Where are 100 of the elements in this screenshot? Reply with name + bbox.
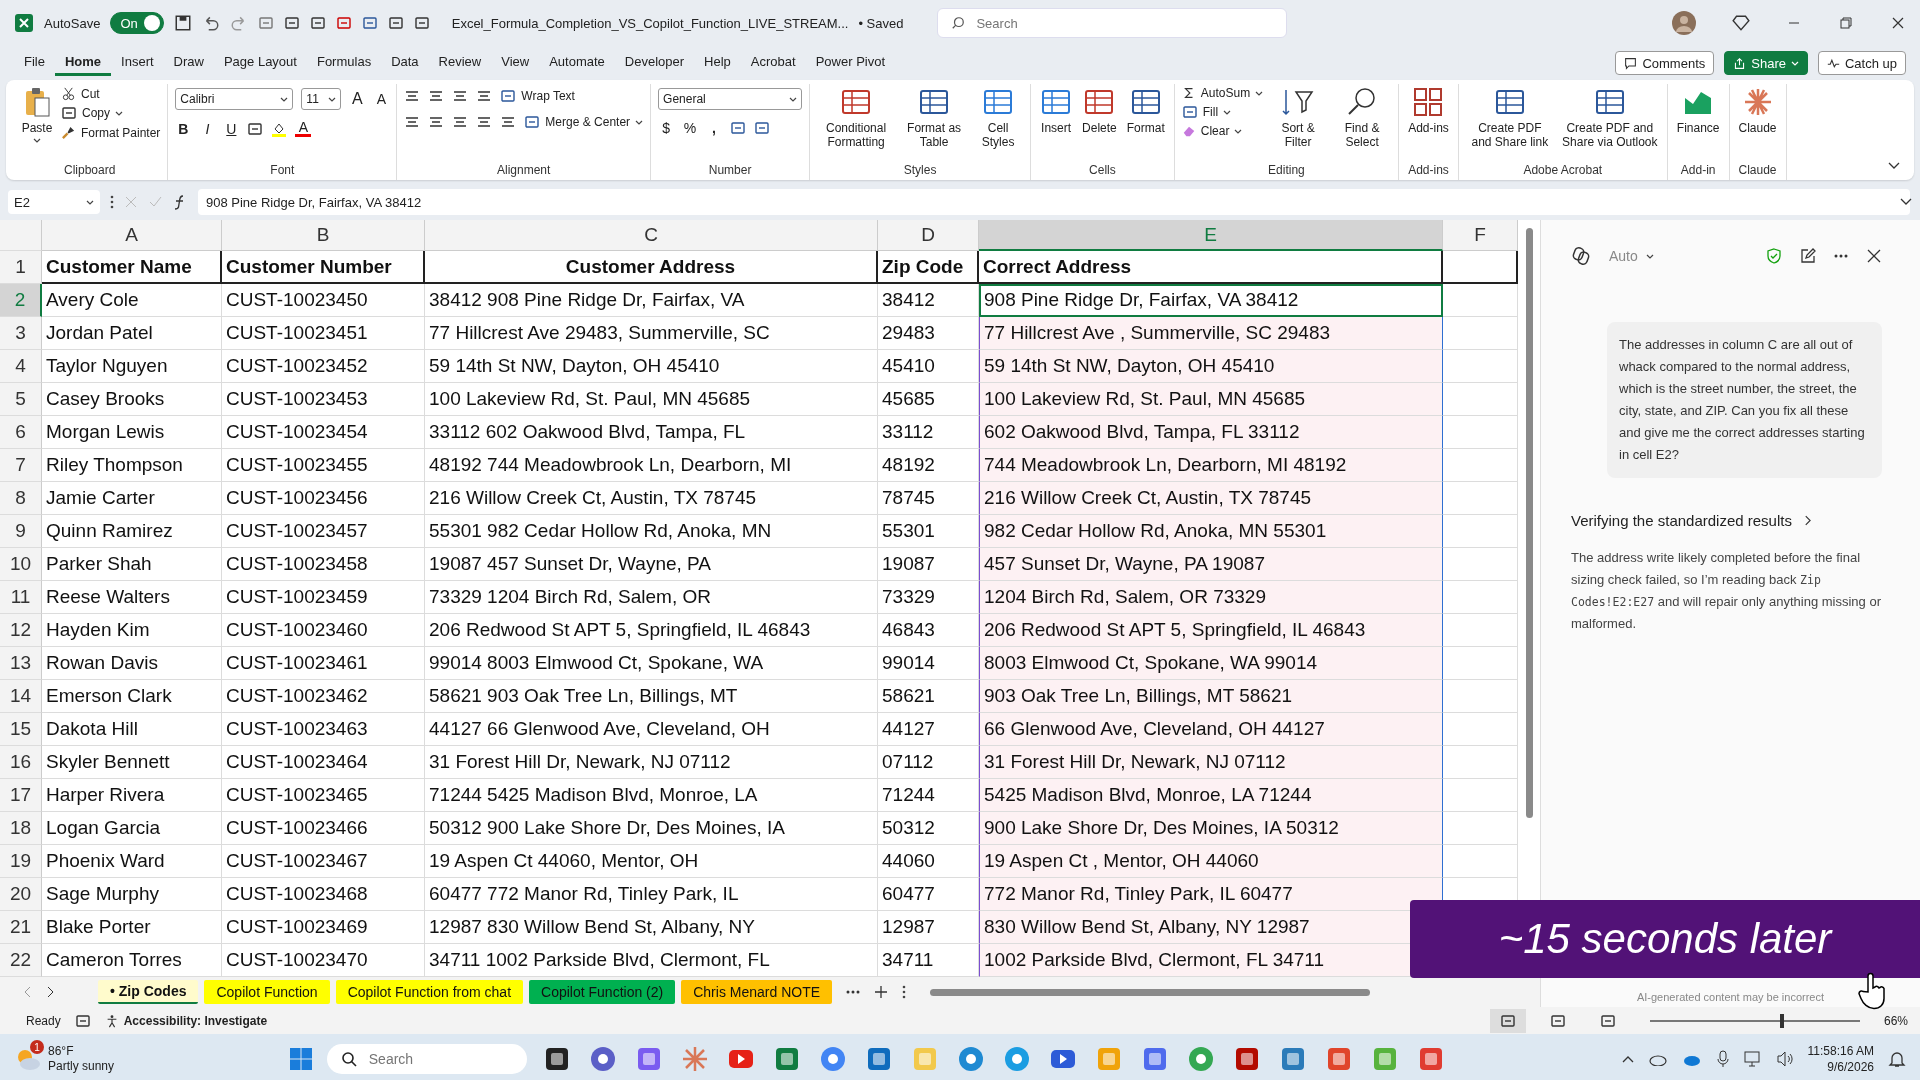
row-header[interactable]: 22 xyxy=(0,944,42,977)
zoom-slider-thumb[interactable] xyxy=(1780,1013,1785,1028)
row-header[interactable]: 19 xyxy=(0,845,42,878)
merge-center-button[interactable]: Merge & Center xyxy=(524,114,644,130)
wrap-text-button[interactable]: Wrap Text xyxy=(500,88,575,104)
clear-button[interactable]: Clear xyxy=(1181,124,1264,138)
chevron-up-icon[interactable] xyxy=(1621,1055,1634,1063)
diamond-icon[interactable] xyxy=(1732,14,1750,32)
row-header[interactable]: 6 xyxy=(0,416,42,449)
column-header[interactable]: F xyxy=(1443,220,1518,251)
row-header[interactable]: 5 xyxy=(0,383,42,416)
menu-tab[interactable]: Data xyxy=(381,50,429,76)
volume-icon[interactable] xyxy=(1775,1050,1794,1068)
row-header[interactable]: 10 xyxy=(0,548,42,581)
row-header[interactable]: 7 xyxy=(0,449,42,482)
check-icon[interactable] xyxy=(148,195,162,209)
row-header[interactable]: 2 xyxy=(0,284,42,317)
row-header[interactable]: 20 xyxy=(0,878,42,911)
sheet-tab[interactable]: Chris Menard NOTE xyxy=(681,980,833,1004)
row-header[interactable]: 16 xyxy=(0,746,42,779)
menu-tab[interactable]: View xyxy=(491,50,540,76)
column-header[interactable]: E xyxy=(979,220,1443,251)
create-pdf-share-link-button[interactable]: Create PDF and Share link xyxy=(1465,84,1554,152)
row-header[interactable]: 3 xyxy=(0,317,42,350)
number-format-dropdown[interactable]: General xyxy=(658,88,803,110)
more-icon[interactable] xyxy=(110,195,114,209)
avatar-icon[interactable] xyxy=(1672,11,1696,35)
copy-button[interactable]: Copy xyxy=(61,105,161,121)
app-icon[interactable] xyxy=(957,1046,984,1072)
app-icon[interactable] xyxy=(1325,1046,1352,1072)
menu-tab[interactable]: Power Pivot xyxy=(805,50,896,76)
mail-icon[interactable] xyxy=(865,1046,892,1072)
menu-tab[interactable]: File xyxy=(14,50,55,76)
column-header[interactable]: C xyxy=(425,220,878,251)
currency-button[interactable]: $ xyxy=(658,120,675,136)
normal-view-icon[interactable] xyxy=(1489,1008,1526,1033)
autosave-toggle[interactable]: On xyxy=(110,12,164,34)
shrink-font-button[interactable]: A xyxy=(373,91,390,107)
insert-button[interactable]: Insert xyxy=(1038,84,1075,138)
previous-sheet-icon[interactable] xyxy=(24,986,32,998)
microphone-icon[interactable] xyxy=(1715,1050,1730,1068)
comma-button[interactable]: , xyxy=(706,120,723,136)
comments-button[interactable]: Comments xyxy=(1615,51,1715,75)
font-color-button[interactable]: A xyxy=(295,120,312,137)
menu-tab[interactable]: Insert xyxy=(111,50,164,76)
menu-tab[interactable]: Draw xyxy=(163,50,214,76)
row-header[interactable]: 4 xyxy=(0,350,42,383)
save-icon[interactable] xyxy=(173,14,192,32)
format-painter-button[interactable]: Format Painter xyxy=(61,125,161,140)
bold-button[interactable]: B xyxy=(175,120,192,137)
add-sheet-icon[interactable] xyxy=(874,985,889,999)
format-button[interactable]: Format xyxy=(1124,84,1167,138)
row-header[interactable]: 12 xyxy=(0,614,42,647)
font-size-dropdown[interactable]: 11 xyxy=(301,88,342,110)
close-icon[interactable] xyxy=(1866,248,1882,264)
add-ins-button[interactable]: Add-ins xyxy=(1406,84,1451,138)
more-icon[interactable] xyxy=(846,990,861,994)
menu-tab[interactable]: Automate xyxy=(539,50,615,76)
column-header[interactable]: D xyxy=(878,220,979,251)
percent-button[interactable]: % xyxy=(682,120,699,136)
edge-icon[interactable] xyxy=(1003,1046,1030,1072)
network-icon[interactable] xyxy=(1743,1050,1762,1068)
row-header[interactable]: 1 xyxy=(0,251,42,284)
accessibility-button[interactable]: Accessibility: Investigate xyxy=(104,1013,268,1028)
share-button[interactable]: Share xyxy=(1724,51,1808,75)
row-header[interactable]: 8 xyxy=(0,482,42,515)
column-header[interactable]: B xyxy=(222,220,425,251)
app-icon[interactable] xyxy=(635,1046,662,1072)
clock-time[interactable]: 11:58:16 AM xyxy=(1807,1043,1874,1059)
menu-tab[interactable]: Developer xyxy=(614,50,695,76)
chevron-icon[interactable] xyxy=(1888,162,1900,170)
autosum-button[interactable]: AutoSum xyxy=(1181,86,1264,100)
taskbar-search-field[interactable]: Search xyxy=(326,1044,527,1074)
scrollbar-thumb[interactable] xyxy=(1525,228,1533,818)
chrome-icon[interactable] xyxy=(819,1046,846,1072)
more-icon[interactable] xyxy=(1834,254,1848,258)
row-header[interactable]: 9 xyxy=(0,515,42,548)
cloud-icon[interactable] xyxy=(1647,1052,1668,1066)
restore-icon[interactable] xyxy=(1838,15,1854,31)
menu-tab[interactable]: Page Layout xyxy=(213,50,307,76)
delete-button[interactable]: Delete xyxy=(1080,84,1119,138)
name-box[interactable]: E2 xyxy=(8,190,100,214)
sheet-tab[interactable]: • Zip Codes xyxy=(98,980,199,1004)
catch-up-button[interactable]: Catch up xyxy=(1817,51,1906,75)
cell-styles-button[interactable]: Cell Styles xyxy=(973,84,1024,152)
italic-button[interactable]: I xyxy=(199,120,216,137)
menu-tab[interactable]: Review xyxy=(428,50,492,76)
sheet-tab[interactable]: Copilot Function (2) xyxy=(529,980,676,1004)
close-icon[interactable] xyxy=(1890,15,1906,31)
chrome-icon[interactable] xyxy=(1187,1046,1214,1072)
shield-icon[interactable] xyxy=(1766,248,1782,264)
row-header[interactable]: 21 xyxy=(0,911,42,944)
chevron-icon[interactable] xyxy=(1900,198,1912,206)
app-icon[interactable] xyxy=(1417,1046,1444,1072)
row-header[interactable]: 13 xyxy=(0,647,42,680)
task-view-icon[interactable] xyxy=(543,1046,570,1072)
people-icon[interactable] xyxy=(589,1046,616,1072)
create-pdf-share-outlook-button[interactable]: Create PDF and Share via Outlook xyxy=(1559,84,1660,152)
menu-tab[interactable]: Formulas xyxy=(306,50,382,76)
app-icon[interactable] xyxy=(1279,1046,1306,1072)
